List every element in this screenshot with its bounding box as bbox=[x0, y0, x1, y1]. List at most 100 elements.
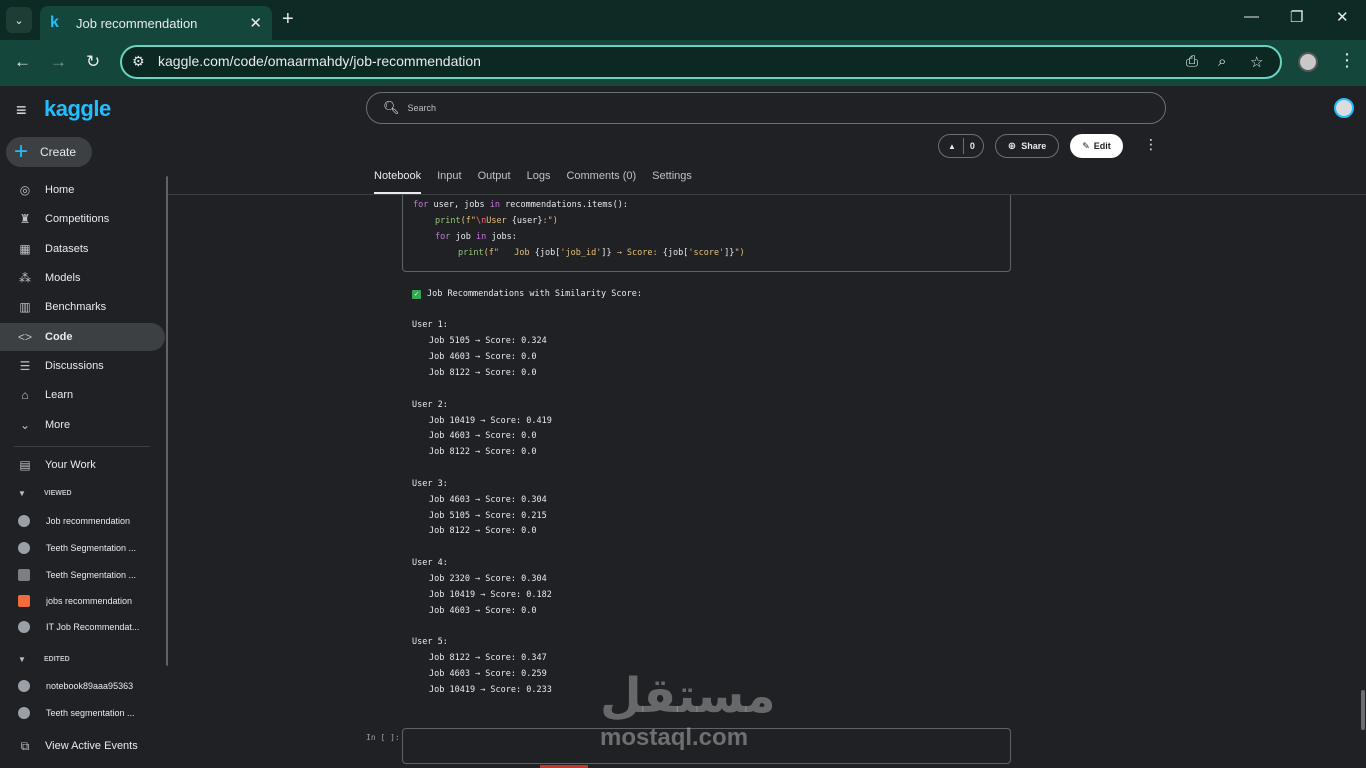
sidebar-item-home[interactable]: ◎ Home bbox=[0, 176, 165, 204]
close-window-button[interactable]: ✕ bbox=[1336, 8, 1349, 26]
edit-button[interactable]: ✎ Edit bbox=[1070, 134, 1123, 158]
share-button[interactable]: ⊕ Share bbox=[995, 134, 1059, 158]
sidebar-item-learn[interactable]: ⌂ Learn bbox=[0, 381, 165, 409]
kaggle-favicon-icon: k bbox=[50, 14, 59, 31]
view-active-events-button[interactable]: ⧉ View Active Events bbox=[0, 732, 165, 760]
output-user-label: User 1: bbox=[412, 320, 448, 330]
tab-title: Job recommendation bbox=[76, 15, 198, 31]
share-label: Share bbox=[1021, 141, 1047, 151]
code-line: print(f"\nUser {user}:") bbox=[435, 216, 558, 226]
sidebar-item-models[interactable]: ⁂ Models bbox=[0, 264, 165, 292]
output-line: Job 10419 → Score: 0.419 bbox=[429, 416, 552, 426]
sidebar-item-benchmarks[interactable]: ▥ Benchmarks bbox=[0, 293, 165, 321]
tab-logs[interactable]: Logs bbox=[527, 170, 551, 194]
notebook-thumbnail-icon bbox=[18, 707, 30, 719]
new-tab-button[interactable]: + bbox=[282, 8, 294, 31]
output-line: Job 10419 → Score: 0.182 bbox=[429, 590, 552, 600]
kaggle-sidebar: ≡ kaggle + Create ◎ Home ♜ Competitions … bbox=[0, 86, 170, 768]
code-cell[interactable]: for user, jobs in recommendations.items(… bbox=[402, 195, 1011, 272]
minimize-button[interactable]: — bbox=[1244, 8, 1259, 25]
output-user-label: User 5: bbox=[412, 637, 448, 647]
main-scrollbar[interactable] bbox=[1361, 690, 1365, 730]
output-user-label: User 3: bbox=[412, 479, 448, 489]
recent-item-label: notebook89aaa95363 bbox=[46, 681, 134, 691]
output-user-label: User 2: bbox=[412, 400, 448, 410]
forward-button[interactable]: → bbox=[50, 52, 67, 72]
checkmark-icon: ✓ bbox=[412, 290, 421, 299]
sidebar-item-datasets[interactable]: ▦ Datasets bbox=[0, 235, 165, 263]
tab-settings[interactable]: Settings bbox=[652, 170, 692, 194]
tab-search-button[interactable]: ⌄ bbox=[6, 7, 32, 33]
tab-output[interactable]: Output bbox=[478, 170, 511, 194]
output-line: Job 8122 → Score: 0.0 bbox=[429, 447, 537, 457]
sidebar-item-label: View Active Events bbox=[45, 740, 138, 752]
site-info-icon[interactable]: ⚙ bbox=[132, 53, 145, 70]
browser-profile-avatar[interactable] bbox=[1298, 52, 1318, 72]
create-button[interactable]: + Create bbox=[6, 137, 92, 167]
recent-item[interactable]: Teeth segmentation ... bbox=[0, 702, 165, 724]
vote-separator bbox=[963, 138, 964, 154]
table-icon: ▦ bbox=[19, 242, 31, 256]
upvote-button[interactable]: ▲ 0 bbox=[938, 134, 984, 158]
sidebar-item-label: Code bbox=[45, 331, 73, 343]
caret-down-icon: ▼ bbox=[18, 489, 26, 498]
output-line: Job 8122 → Score: 0.0 bbox=[429, 526, 537, 536]
chevron-down-icon: ⌄ bbox=[19, 418, 31, 432]
search-input[interactable]: 🔍︎ Search bbox=[366, 92, 1166, 124]
output-line: Job 8122 → Score: 0.347 bbox=[429, 653, 547, 663]
recent-item[interactable]: notebook89aaa95363 bbox=[0, 675, 165, 697]
install-app-icon[interactable]: ⎙ bbox=[1186, 53, 1198, 70]
tab-comments[interactable]: Comments (0) bbox=[566, 170, 636, 194]
more-options-icon[interactable]: ⋮ bbox=[1144, 136, 1158, 153]
hamburger-menu-icon[interactable]: ≡ bbox=[16, 100, 27, 121]
sidebar-item-label: More bbox=[45, 419, 71, 431]
sidebar-item-label: Home bbox=[45, 184, 75, 196]
recent-item[interactable]: IT Job Recommendat... bbox=[0, 616, 165, 638]
tab-notebook[interactable]: Notebook bbox=[374, 170, 422, 194]
recent-item[interactable]: Teeth Segmentation ... bbox=[0, 537, 165, 559]
output-line: Job 4603 → Score: 0.0 bbox=[429, 431, 537, 441]
recent-item[interactable]: Job recommendation bbox=[0, 510, 165, 532]
kaggle-logo[interactable]: kaggle bbox=[44, 96, 111, 122]
dataset-thumbnail-icon bbox=[18, 569, 30, 581]
trophy-icon: ♜ bbox=[19, 212, 31, 226]
recent-item[interactable]: Teeth Segmentation ... bbox=[0, 564, 165, 586]
zoom-icon[interactable]: ⌕ bbox=[1218, 53, 1226, 70]
user-avatar[interactable] bbox=[1334, 98, 1354, 118]
output-line: Job 4603 → Score: 0.259 bbox=[429, 669, 547, 679]
comments-icon: ☰ bbox=[19, 359, 31, 373]
notebook-tabs: Notebook Input Output Logs Comments (0) … bbox=[374, 170, 708, 194]
code-icon: <> bbox=[17, 330, 32, 344]
output-user-label: User 4: bbox=[412, 558, 448, 568]
your-work-icon: ▤ bbox=[19, 458, 31, 472]
globe-icon: ⊕ bbox=[1007, 140, 1017, 152]
tab-input[interactable]: Input bbox=[437, 170, 461, 194]
sidebar-item-your-work[interactable]: ▤ Your Work bbox=[0, 451, 165, 479]
notebook-thumbnail-icon bbox=[18, 680, 30, 692]
sidebar-item-code[interactable]: <> Code bbox=[0, 323, 165, 351]
notebook-main: 🔍︎ Search ▲ 0 ⊕ Share ✎ Edit ⋮ Notebook … bbox=[168, 86, 1366, 768]
reload-button[interactable]: ↻ bbox=[86, 52, 100, 72]
url-text[interactable]: kaggle.com/code/omaarmahdy/job-recommend… bbox=[158, 53, 481, 69]
browser-tab[interactable]: k Job recommendation ✕ bbox=[40, 6, 272, 40]
restore-button[interactable]: ❐ bbox=[1290, 8, 1303, 26]
output-line: Job 2320 → Score: 0.304 bbox=[429, 574, 547, 584]
watermark-latin: mostaql.com bbox=[600, 724, 749, 751]
notebook-thumbnail-icon bbox=[18, 515, 30, 527]
sidebar-item-label: Competitions bbox=[45, 213, 110, 225]
recent-item[interactable]: jobs recommendation bbox=[0, 590, 165, 612]
input-cell-prompt: In [ ]: bbox=[366, 733, 400, 742]
code-line: for job in jobs: bbox=[435, 232, 517, 242]
viewed-header: VIEWED bbox=[44, 490, 72, 497]
edited-section-toggle[interactable]: ▼ EDITED bbox=[18, 655, 70, 664]
sidebar-item-competitions[interactable]: ♜ Competitions bbox=[0, 205, 165, 233]
browser-menu-icon[interactable]: ⋮ bbox=[1338, 50, 1356, 71]
sidebar-item-more[interactable]: ⌄ More bbox=[0, 411, 165, 439]
address-bar[interactable]: ⚙ kaggle.com/code/omaarmahdy/job-recomme… bbox=[120, 45, 1282, 79]
bookmark-star-icon[interactable]: ☆ bbox=[1250, 53, 1263, 71]
viewed-section-toggle[interactable]: ▼ VIEWED bbox=[18, 489, 72, 498]
recent-item-label: jobs recommendation bbox=[46, 596, 133, 606]
close-tab-icon[interactable]: ✕ bbox=[249, 14, 262, 32]
back-button[interactable]: ← bbox=[14, 52, 31, 72]
sidebar-item-discussions[interactable]: ☰ Discussions bbox=[0, 352, 165, 380]
